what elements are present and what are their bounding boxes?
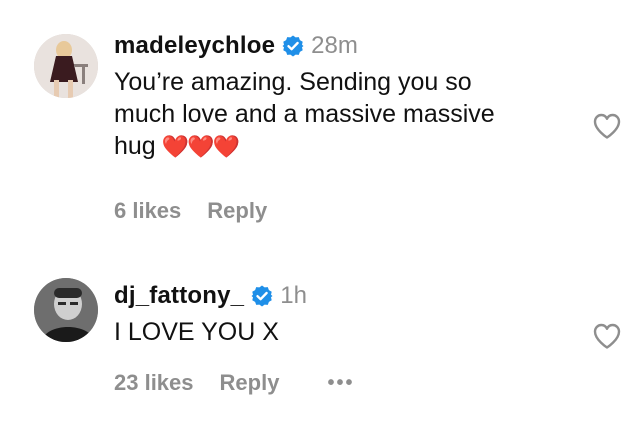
verified-badge-icon (250, 284, 274, 308)
verified-badge-icon (281, 34, 305, 58)
avatar-image (34, 34, 98, 98)
heart-outline-icon[interactable] (592, 112, 622, 140)
comment-time[interactable]: 1h (280, 282, 307, 310)
reply-button[interactable]: Reply (220, 370, 280, 396)
heart-emojis: ❤️❤️❤️ (161, 134, 240, 159)
comment-meta: 23 likes Reply ••• (114, 370, 354, 396)
more-options-icon[interactable]: ••• (327, 372, 354, 395)
heart-outline-icon[interactable] (592, 322, 622, 350)
reply-button[interactable]: Reply (207, 198, 267, 224)
comment-meta: 6 likes Reply (114, 198, 267, 224)
avatar-image (34, 278, 98, 342)
likes-count[interactable]: 6 likes (114, 198, 181, 224)
comment-username[interactable]: madeleychloe (114, 32, 275, 60)
avatar-madeleychloe[interactable] (34, 34, 98, 98)
likes-count[interactable]: 23 likes (114, 370, 194, 396)
avatar-dj_fattony_[interactable] (34, 278, 98, 342)
comment-username[interactable]: dj_fattony_ (114, 282, 244, 310)
comment-time[interactable]: 28m (311, 32, 358, 60)
comment-text: I LOVE YOU X (114, 318, 279, 346)
